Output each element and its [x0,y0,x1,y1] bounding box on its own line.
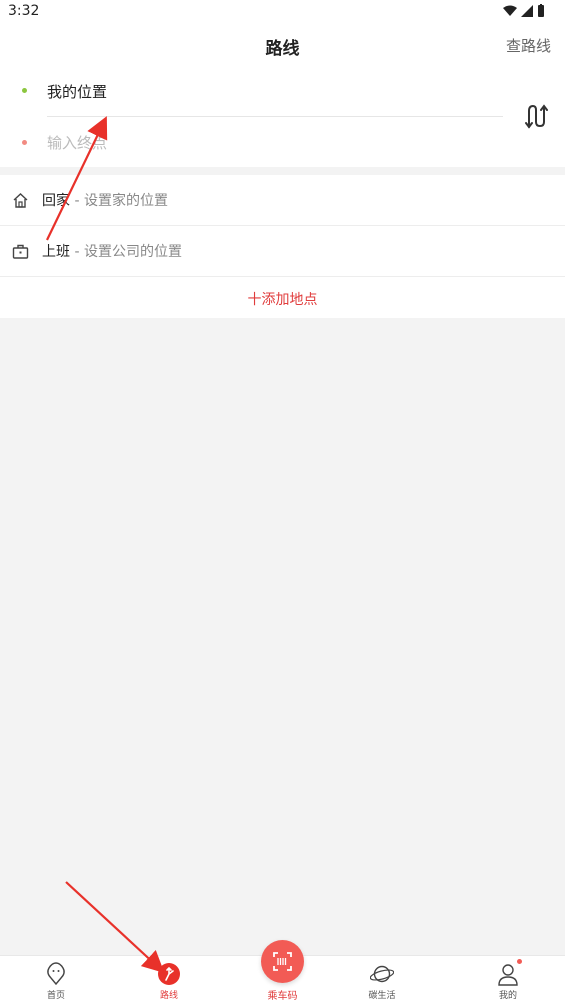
briefcase-icon [12,244,29,259]
notification-dot [517,959,522,964]
add-place-button[interactable]: 十添加地点 [0,289,565,309]
place-hint: - 设置公司的位置 [70,244,182,260]
tab-mine[interactable]: 我的 [478,956,538,1004]
place-hint: - 设置家的位置 [70,193,168,209]
qr-scan-icon [273,952,292,971]
add-place-row: 十添加地点 [0,277,565,318]
ride-code-label: 乘车码 [267,991,298,1002]
destination-input[interactable]: 输入终点 [47,132,107,153]
page-title: 路线 [265,39,300,59]
route-icon [158,963,180,985]
battery-icon [538,4,544,17]
planet-icon [370,965,394,983]
status-bar: 3:32 [0,0,565,24]
start-location-field[interactable]: 我的位置 [47,81,107,102]
tab-label: 首页 [46,991,65,1001]
place-name: 上班 [42,244,70,260]
home-icon [13,193,28,208]
tab-label: 路线 [159,991,178,1001]
route-card: 我的位置 输入终点 [0,68,565,167]
app-header: 路线 查路线 [0,24,565,68]
tab-route[interactable]: 路线 [139,956,199,1004]
place-name: 回家 [42,193,70,209]
ride-code-button[interactable] [261,940,304,983]
tab-label: 碳生活 [368,991,396,1001]
end-dot [22,140,27,145]
route-divider [47,116,503,117]
swap-route-icon[interactable] [520,103,548,129]
tab-carbon-life[interactable]: 碳生活 [352,956,412,1004]
tab-home[interactable]: 首页 [26,956,86,1004]
place-row-work[interactable]: 上班 - 设置公司的位置 [0,226,565,277]
saved-places: 回家 - 设置家的位置 上班 - 设置公司的位置 十添加地点 [0,175,565,318]
place-label-home: 回家 - 设置家的位置 [42,190,168,210]
start-dot [22,88,27,93]
signal-icon [521,4,533,17]
tab-label: 我的 [498,991,517,1001]
system-icons [503,4,545,17]
place-label-work: 上班 - 设置公司的位置 [42,241,182,261]
home-pin-icon [47,962,65,986]
place-row-home[interactable]: 回家 - 设置家的位置 [0,175,565,226]
user-icon [498,964,518,986]
status-time: 3:32 [8,3,40,19]
wifi-icon [503,5,517,16]
search-route-button[interactable]: 查路线 [506,35,551,56]
